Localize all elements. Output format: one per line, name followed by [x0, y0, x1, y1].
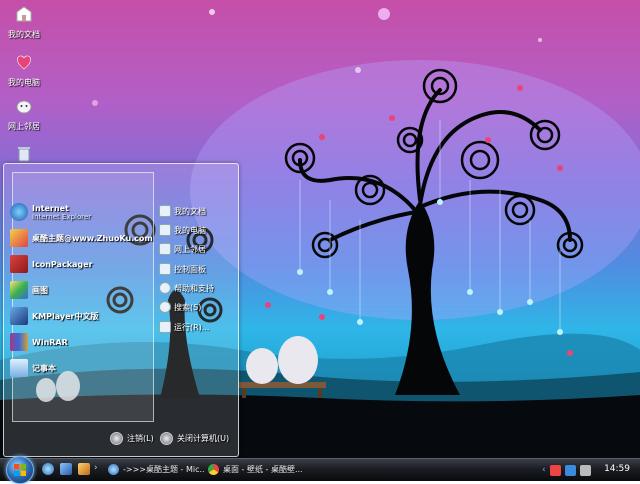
tray-volume-icon[interactable]	[579, 464, 591, 476]
desktop-icon-computer[interactable]: 我的电脑	[2, 52, 46, 88]
control-panel-icon	[159, 263, 171, 275]
taskbar-button-label: ->>>桌酷主题 - Mic...	[123, 465, 204, 474]
taskbar-button-ie[interactable]: ->>>桌酷主题 - Mic...	[104, 461, 208, 478]
zhuoku-theme-icon	[10, 229, 28, 247]
start-menu-item-notepad[interactable]: 记事本	[10, 358, 142, 378]
tray-network-icon[interactable]	[564, 464, 576, 476]
taskbar-clock[interactable]: 14:59	[604, 464, 630, 474]
start-menu-link-network[interactable]: 网上邻居	[159, 240, 237, 258]
quicklaunch-ie-icon[interactable]	[42, 463, 54, 475]
start-menu-link-control-panel[interactable]: 控制面板	[159, 260, 237, 278]
internet-explorer-icon	[10, 203, 28, 221]
internet-explorer-icon	[108, 464, 119, 475]
start-menu-item-label: KMPlayer中文版	[32, 311, 99, 321]
taskbar-button-label: 桌面 - 壁纸 - 桌酷壁...	[223, 465, 303, 474]
start-menu-link-label: 搜索(S)	[174, 302, 202, 312]
folder-icon	[159, 205, 171, 217]
start-menu-item-internet[interactable]: Internet Internet Explorer	[10, 202, 142, 222]
desktop-icon-documents[interactable]: 我的文档	[2, 4, 46, 40]
iconpackager-icon	[10, 255, 28, 273]
network-icon	[159, 243, 171, 255]
quicklaunch-expand-icon[interactable]: ›	[94, 463, 98, 473]
documents-icon	[16, 6, 32, 22]
desktop-icon-label: 我的文档	[8, 30, 40, 39]
start-menu: Internet Internet Explorer 桌酷主题@www.Zhuo…	[3, 163, 239, 457]
desktop-icon-label: 网上邻居	[8, 122, 40, 131]
computer-icon	[17, 55, 31, 70]
quicklaunch-media-icon[interactable]	[78, 463, 90, 475]
start-menu-item-label: 画图	[32, 285, 48, 295]
start-menu-item-label: 记事本	[32, 363, 56, 373]
help-icon	[159, 282, 171, 294]
desktop-icon-network[interactable]: 网上邻居	[2, 96, 46, 132]
start-menu-link-label: 网上邻居	[174, 244, 206, 254]
tray-expand-icon[interactable]: ‹	[542, 465, 546, 475]
start-menu-item-label: Internet	[32, 203, 69, 213]
start-menu-item-iconpackager[interactable]: IconPackager	[10, 254, 142, 274]
browser-icon	[208, 464, 219, 475]
paint-icon	[10, 281, 28, 299]
start-menu-item-label: WinRAR	[32, 337, 68, 347]
kmplayer-icon	[10, 307, 28, 325]
network-icon	[16, 100, 32, 114]
power-icon	[160, 432, 173, 445]
start-menu-item-paint[interactable]: 画图	[10, 280, 142, 300]
search-icon	[159, 301, 171, 313]
start-menu-item-kmplayer[interactable]: KMPlayer中文版	[10, 306, 142, 326]
start-menu-link-label: 运行(R)...	[174, 322, 210, 332]
start-menu-link-search[interactable]: 搜索(S)	[159, 298, 237, 316]
desktop-icon-label: 我的电脑	[8, 78, 40, 87]
start-menu-item-winrar[interactable]: WinRAR	[10, 332, 142, 352]
start-menu-link-label: 我的电脑	[174, 225, 206, 235]
start-menu-link-help[interactable]: 帮助和支持	[159, 279, 237, 297]
start-menu-item-sublabel: Internet Explorer	[32, 212, 92, 221]
recycle-bin-icon	[18, 147, 30, 162]
taskbar: › ->>>桌酷主题 - Mic... 桌面 - 壁纸 - 桌酷壁... ‹ 1…	[0, 456, 640, 484]
shutdown-button[interactable]: 关闭计算机(U)	[160, 432, 229, 445]
start-menu-link-computer[interactable]: 我的电脑	[159, 221, 237, 239]
computer-icon	[159, 224, 171, 236]
taskbar-button-browser[interactable]: 桌面 - 壁纸 - 桌酷壁...	[204, 461, 312, 478]
start-menu-link-label: 我的文档	[174, 206, 206, 216]
start-menu-item-label: IconPackager	[32, 259, 93, 269]
start-menu-item-zhuoku[interactable]: 桌酷主题@www.ZhuoKu.com	[10, 228, 153, 248]
start-menu-link-label: 帮助和支持	[174, 283, 214, 293]
windows-logo-icon	[14, 464, 26, 476]
logoff-button[interactable]: 注销(L)	[110, 432, 154, 445]
start-menu-link-label: 控制面板	[174, 264, 206, 274]
winrar-icon	[10, 333, 28, 351]
run-icon	[159, 321, 171, 333]
notepad-icon	[10, 359, 28, 377]
quicklaunch-desktop-icon[interactable]	[60, 463, 72, 475]
tray-security-icon[interactable]	[549, 464, 561, 476]
start-menu-link-run[interactable]: 运行(R)...	[159, 318, 237, 336]
start-menu-footer: 注销(L) 关闭计算机(U)	[4, 424, 238, 454]
shutdown-label: 关闭计算机(U)	[177, 434, 230, 443]
start-menu-link-documents[interactable]: 我的文档	[159, 202, 237, 220]
logoff-icon	[110, 432, 123, 445]
start-menu-item-label: 桌酷主题@www.ZhuoKu.com	[32, 233, 153, 243]
logoff-label: 注销(L)	[127, 434, 154, 443]
